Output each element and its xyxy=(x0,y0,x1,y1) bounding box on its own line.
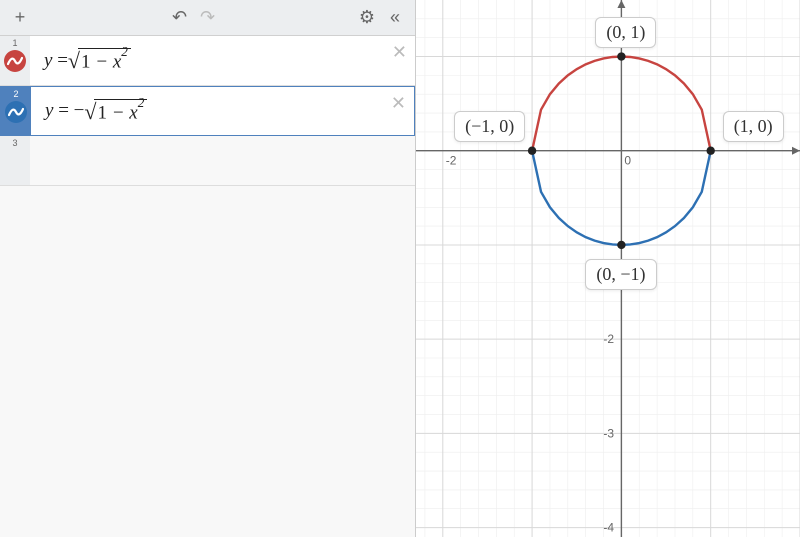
add-expression-button[interactable]: + xyxy=(6,4,34,32)
expression-row[interactable]: 2 y = − √1 − x2 ✕ xyxy=(0,86,415,136)
toolbar: + ↶ ↷ ⚙ « xyxy=(0,0,415,36)
expression-input[interactable]: y = √1 − x2 xyxy=(30,36,415,85)
expression-row[interactable]: 1 y = √1 − x2 ✕ xyxy=(0,36,415,86)
point-label: (0, 1) xyxy=(595,17,656,48)
undo-button[interactable]: ↶ xyxy=(166,4,194,32)
delete-expression-button[interactable]: ✕ xyxy=(392,42,407,63)
point-label: (1, 0) xyxy=(723,111,784,142)
expression-index: 3 xyxy=(0,136,30,185)
svg-text:0: 0 xyxy=(624,154,631,168)
point-label: (−1, 0) xyxy=(454,111,525,142)
gear-icon: ⚙ xyxy=(359,7,375,28)
app-root: + ↶ ↷ ⚙ « 1 y = √1 xyxy=(0,0,800,537)
point-label: (0, −1) xyxy=(585,259,656,290)
expression-row-empty[interactable]: 3 xyxy=(0,136,415,186)
graph-area[interactable]: 0 -2 -2 -3 -4 (0, 1) (−1, 0) (1, 0) (0, −1) xyxy=(416,0,800,537)
svg-text:-2: -2 xyxy=(446,154,457,168)
chevron-left-icon: « xyxy=(390,7,400,28)
plot-toggle-icon[interactable] xyxy=(4,50,26,72)
settings-button[interactable]: ⚙ xyxy=(353,4,381,32)
expression-list: 1 y = √1 − x2 ✕ 2 xyxy=(0,36,415,537)
redo-button[interactable]: ↷ xyxy=(194,4,222,32)
expression-input[interactable]: y = − √1 − x2 xyxy=(31,87,414,135)
left-panel: + ↶ ↷ ⚙ « 1 y = √1 xyxy=(0,0,416,537)
delete-expression-button[interactable]: ✕ xyxy=(391,93,406,114)
svg-text:-3: -3 xyxy=(603,426,614,440)
svg-text:-4: -4 xyxy=(603,521,614,535)
plot-toggle-icon[interactable] xyxy=(5,101,27,123)
expression-index: 1 xyxy=(0,36,30,85)
svg-text:-2: -2 xyxy=(603,332,614,346)
expression-index: 2 xyxy=(1,87,31,135)
collapse-panel-button[interactable]: « xyxy=(381,4,409,32)
